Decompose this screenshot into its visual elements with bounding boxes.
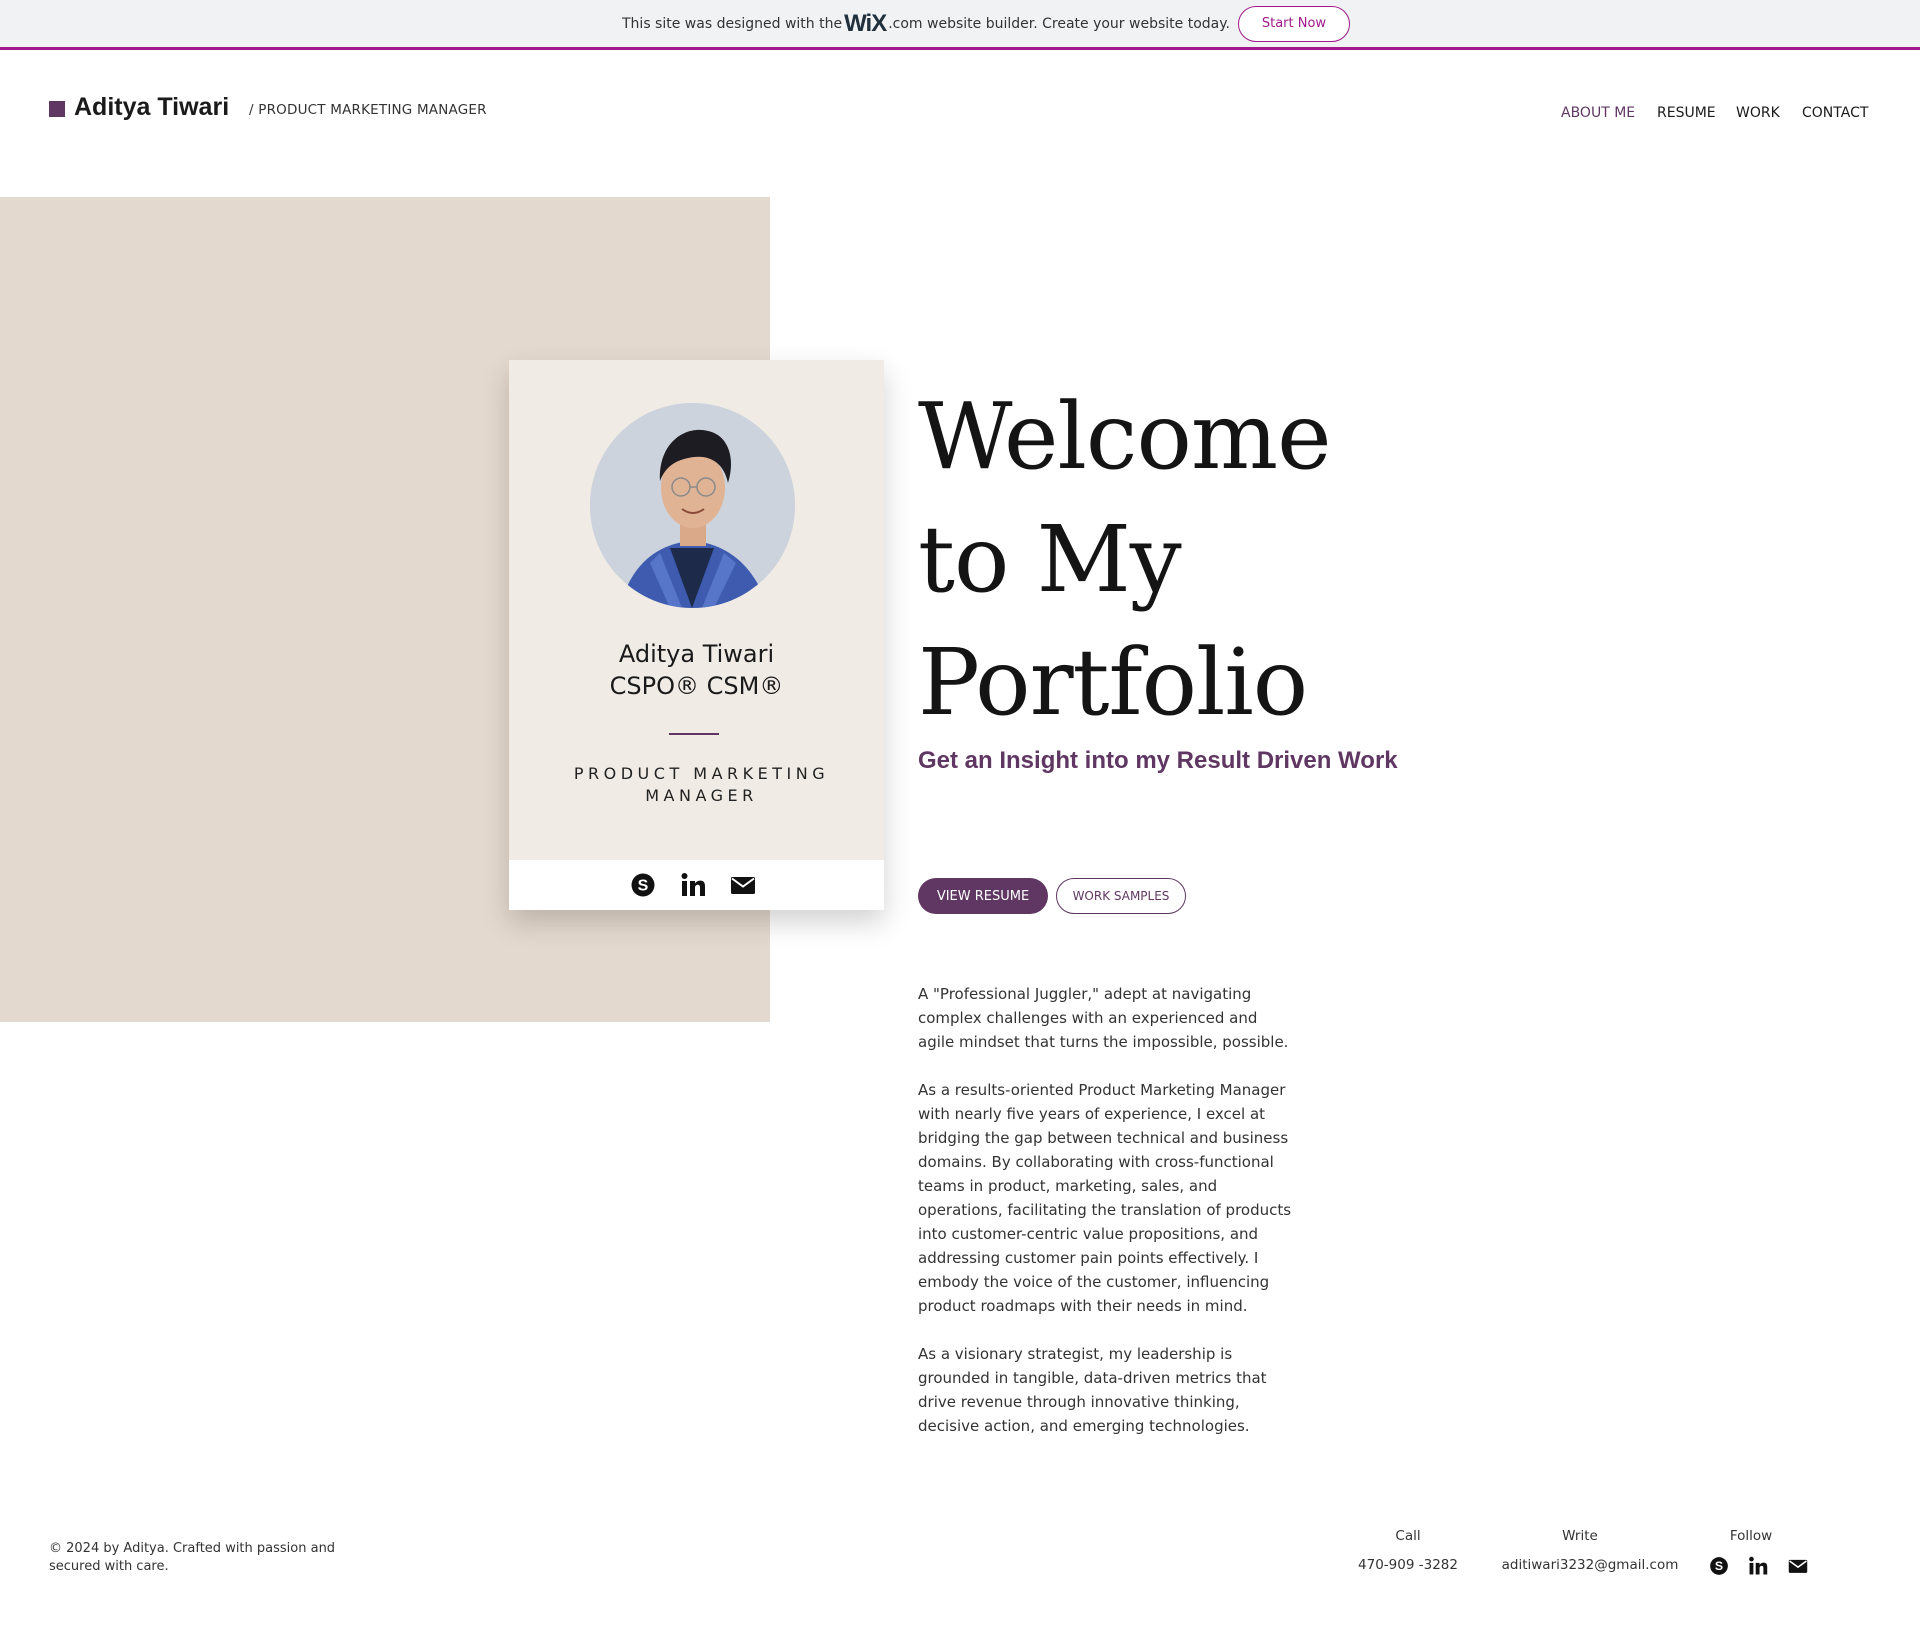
linkedin-icon[interactable] <box>680 872 706 898</box>
skype-icon[interactable]: S <box>630 872 656 898</box>
view-resume-button[interactable]: VIEW RESUME <box>918 878 1048 914</box>
hero-tagline: Get an Insight into my Result Driven Wor… <box>918 747 1398 774</box>
site-title[interactable]: Aditya Tiwari <box>74 93 229 122</box>
mail-icon[interactable] <box>730 872 756 898</box>
about-paragraph-2: As a results-oriented Product Marketing … <box>918 1081 1292 1315</box>
footer-email[interactable]: aditiwari3232@gmail.com <box>1495 1557 1685 1573</box>
banner-text-before: This site was designed with the <box>622 15 843 32</box>
footer-call-label: Call <box>1395 1528 1421 1544</box>
footer-mail-icon[interactable] <box>1788 1556 1808 1576</box>
wix-banner: This site was designed with the WiX .com… <box>0 0 1920 50</box>
profile-photo <box>590 403 795 608</box>
about-paragraph-3: As a visionary strategist, my leadership… <box>918 1345 1267 1435</box>
footer-copyright: © 2024 by Aditya. Crafted with passion a… <box>49 1541 336 1574</box>
footer-follow-label: Follow <box>1729 1528 1773 1544</box>
hero-title-line: to My <box>918 506 1182 613</box>
footer-linkedin-icon[interactable] <box>1748 1556 1768 1576</box>
card-social-bar: S <box>509 860 884 910</box>
card-name: Aditya Tiwari <box>618 640 775 668</box>
svg-text:S: S <box>1715 1559 1723 1573</box>
avatar <box>590 403 795 608</box>
svg-text:S: S <box>638 878 649 895</box>
footer-phone[interactable]: 470-909 -3282 <box>1348 1557 1468 1573</box>
logo-square-icon <box>49 101 65 117</box>
site-subtitle: / PRODUCT MARKETING MANAGER <box>249 102 487 118</box>
wix-logo[interactable]: WiX <box>844 10 887 38</box>
hero-title-line: Portfolio <box>918 629 1308 736</box>
card-divider <box>669 733 719 735</box>
card-certifications: CSPO® CSM® <box>609 672 784 700</box>
profile-card: Aditya Tiwari CSPO® CSM® PRODUCT MARKETI… <box>509 360 884 910</box>
about-paragraph-1: A "Professional Juggler," adept at navig… <box>918 985 1289 1051</box>
nav-about-me[interactable]: ABOUT ME <box>1561 105 1635 121</box>
footer-write-label: Write <box>1562 1528 1598 1544</box>
work-samples-button[interactable]: WORK SAMPLES <box>1056 878 1186 914</box>
card-role: PRODUCT MARKETING MANAGER <box>573 764 830 805</box>
start-now-button[interactable]: Start Now <box>1237 5 1350 42</box>
banner-content: This site was designed with the WiX .com… <box>622 0 1350 47</box>
footer-skype-icon[interactable]: S <box>1709 1556 1729 1576</box>
hero-title: Welcome to My Portfolio <box>918 375 1438 744</box>
banner-text-after: .com website builder. Create your websit… <box>888 15 1230 32</box>
hero-title-line: Welcome <box>918 383 1332 490</box>
nav-contact[interactable]: CONTACT <box>1802 105 1868 121</box>
nav-resume[interactable]: RESUME <box>1657 105 1716 121</box>
nav-work[interactable]: WORK <box>1736 105 1780 121</box>
